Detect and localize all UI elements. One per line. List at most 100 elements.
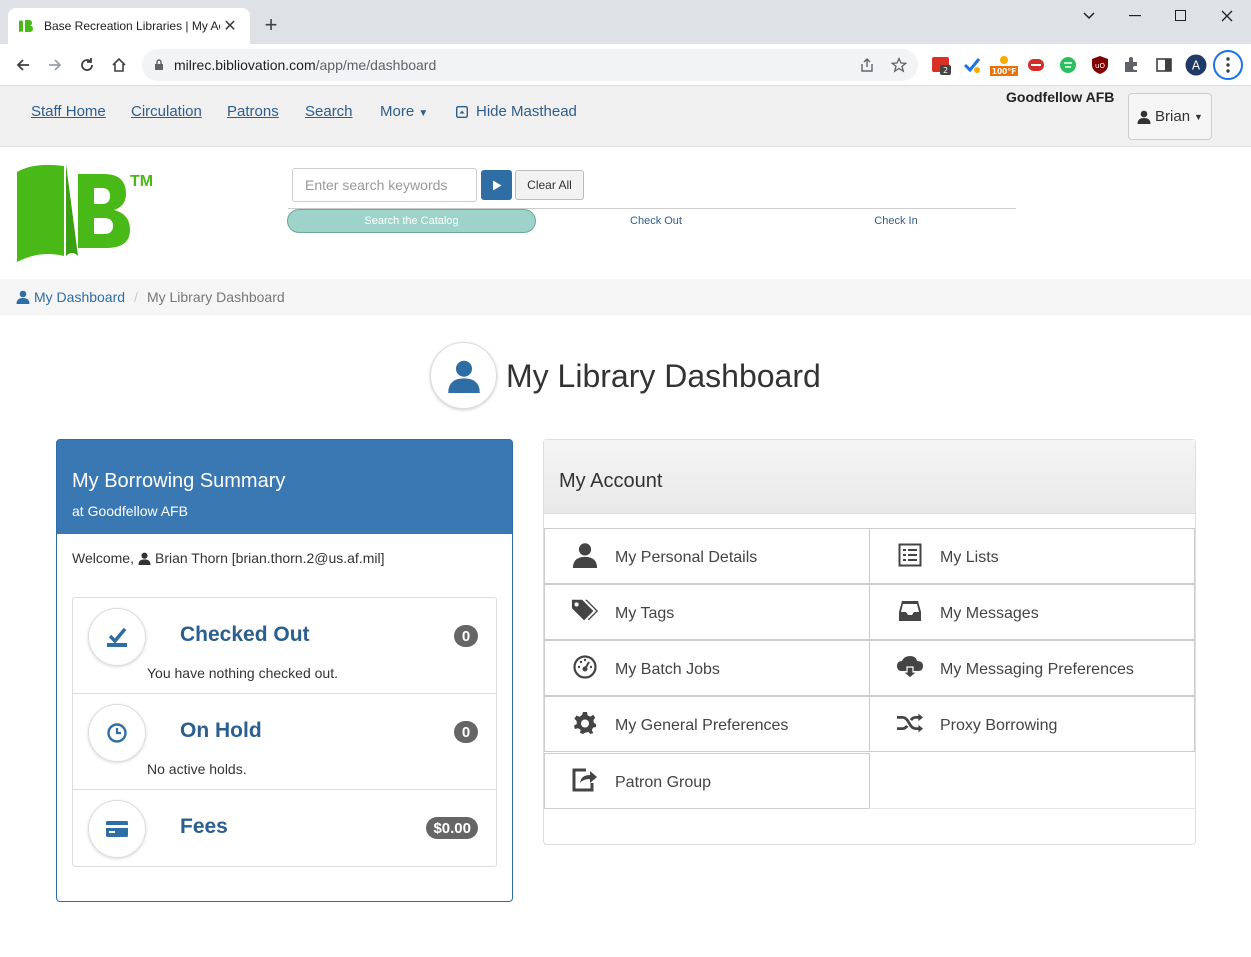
user-icon [138,552,151,565]
mode-check-out[interactable]: Check Out [536,209,776,233]
search-go-button[interactable] [481,170,512,200]
lock-icon [155,59,163,70]
my-messaging-preferences-label: My Messaging Preferences [940,661,1134,678]
address-bar[interactable]: milrec.bibliovation.com/app/me/dashboard [142,49,918,81]
maximize-button[interactable] [1158,0,1204,32]
caret-down-icon: ▼ [418,108,429,119]
back-icon[interactable] [9,51,37,79]
borrowing-summary-title: My Borrowing Summary [72,470,286,492]
nav-staff-home[interactable]: Staff Home [31,103,106,120]
my-account-panel: My Account My Personal Details My Lists … [543,439,1196,845]
caret-down-icon: ▼ [1194,111,1203,122]
nav-more-label: More [380,103,415,120]
user-icon [16,290,30,304]
share-page-icon[interactable] [859,57,875,73]
browser-tabstrip: Base Recreation Libraries | My Ac ✕ + [0,0,1251,44]
my-general-preferences-button[interactable]: My General Preferences [544,696,870,752]
svg-text:A: A [1192,59,1201,73]
on-hold-count-badge: 0 [454,721,478,743]
proxy-borrowing-label: Proxy Borrowing [940,717,1058,734]
close-window-button[interactable] [1204,0,1250,32]
tab-search-icon[interactable] [1066,0,1112,32]
extension-calendar-icon[interactable]: 2 [931,55,951,75]
my-general-preferences-label: My General Preferences [615,717,789,734]
fees-amount-badge: $0.00 [426,817,478,839]
cog-icon [571,709,599,737]
nav-search[interactable]: Search [305,103,353,120]
side-panel-icon[interactable] [1154,55,1174,75]
svg-text:uO: uO [1095,62,1105,70]
summary-item-on-hold[interactable]: On Hold 0 No active holds. [73,694,496,790]
user-menu-button[interactable]: Brian ▼ [1128,93,1212,140]
nav-circulation[interactable]: Circulation [131,103,202,120]
tab-close-icon[interactable]: ✕ [220,16,240,36]
my-lists-button[interactable]: My Lists [869,528,1195,584]
bookmark-star-icon[interactable] [891,57,907,73]
browser-tab[interactable]: Base Recreation Libraries | My Ac ✕ [8,8,250,44]
my-account-title: My Account [544,440,1195,514]
mode-search-catalog[interactable]: Search the Catalog [287,209,536,233]
breadcrumb-my-dashboard[interactable]: My Dashboard [16,289,125,305]
welcome-message: Welcome, Brian Thorn [brian.thorn.2@us.a… [72,550,385,566]
new-tab-button[interactable]: + [258,12,284,38]
checked-out-count-badge: 0 [454,625,478,647]
mode-check-in[interactable]: Check In [776,209,1016,233]
browser-menu-icon[interactable] [1213,50,1243,80]
my-messaging-preferences-button[interactable]: My Messaging Preferences [869,640,1195,696]
user-icon [447,360,480,393]
play-icon [492,180,501,190]
cloud-download-icon [896,653,924,681]
clear-all-button[interactable]: Clear All [515,170,584,200]
extensions-puzzle-icon[interactable] [1122,55,1142,75]
breadcrumb: My Dashboard / My Library Dashboard [0,279,1251,315]
url-path: /app/me/dashboard [315,57,437,73]
my-tags-button[interactable]: My Tags [544,584,870,640]
welcome-user-name: Brian Thorn [brian.thorn.2@us.af.mil] [154,550,385,566]
user-icon [571,541,599,569]
profile-avatar[interactable]: A [1185,54,1207,76]
my-messages-button[interactable]: My Messages [869,584,1195,640]
empty-grid-cell [869,753,1195,809]
minimize-button[interactable] [1112,0,1158,32]
extension-ublock-icon[interactable]: uO [1090,55,1110,75]
tags-icon [571,597,599,625]
my-personal-details-button[interactable]: My Personal Details [544,528,870,584]
summary-item-fees[interactable]: Fees $0.00 [73,790,496,866]
extension-weather-icon[interactable]: 100°F [990,55,1018,76]
my-messages-label: My Messages [940,605,1039,622]
svg-text:TM: TM [130,173,153,190]
user-menu-label: Brian [1155,108,1191,125]
my-batch-jobs-button[interactable]: My Batch Jobs [544,640,870,696]
credit-card-icon [88,800,146,858]
home-icon[interactable] [105,51,133,79]
borrowing-summary-subtitle: at Goodfellow AFB [72,503,188,519]
hide-masthead-button[interactable]: Hide Masthead [456,103,577,120]
keyword-search-input[interactable] [292,168,477,202]
my-batch-jobs-label: My Batch Jobs [615,661,720,678]
nav-more-dropdown[interactable]: More ▼ [380,103,428,120]
fees-label: Fees [180,815,228,838]
svg-text:100°F: 100°F [992,67,1017,76]
breadcrumb-separator: / [134,289,138,305]
nav-patrons[interactable]: Patrons [227,103,279,120]
on-hold-label: On Hold [180,719,262,742]
breadcrumb-home-label: My Dashboard [34,289,126,305]
forward-icon[interactable] [41,51,69,79]
my-tags-label: My Tags [615,605,675,622]
svg-text:2: 2 [943,66,948,75]
url-host: milrec.bibliovation.com [174,57,316,73]
borrowing-summary-header: My Borrowing Summary at Goodfellow AFB [57,440,512,534]
my-personal-details-label: My Personal Details [615,549,758,566]
user-icon [1137,110,1151,124]
summary-item-checked-out[interactable]: Checked Out 0 You have nothing checked o… [73,598,496,694]
proxy-borrowing-button[interactable]: Proxy Borrowing [869,696,1195,752]
extension-evernote-icon[interactable] [1058,55,1078,75]
borrowing-summary-panel: My Borrowing Summary at Goodfellow AFB W… [56,439,513,902]
tab-title: Base Recreation Libraries | My Ac [44,19,220,33]
extension-lastpass-icon[interactable] [1026,55,1046,75]
extension-check-icon[interactable] [962,55,982,75]
reload-icon[interactable] [73,51,101,79]
hide-masthead-label: Hide Masthead [476,103,577,120]
share-icon [571,766,599,794]
patron-group-button[interactable]: Patron Group [544,753,870,809]
